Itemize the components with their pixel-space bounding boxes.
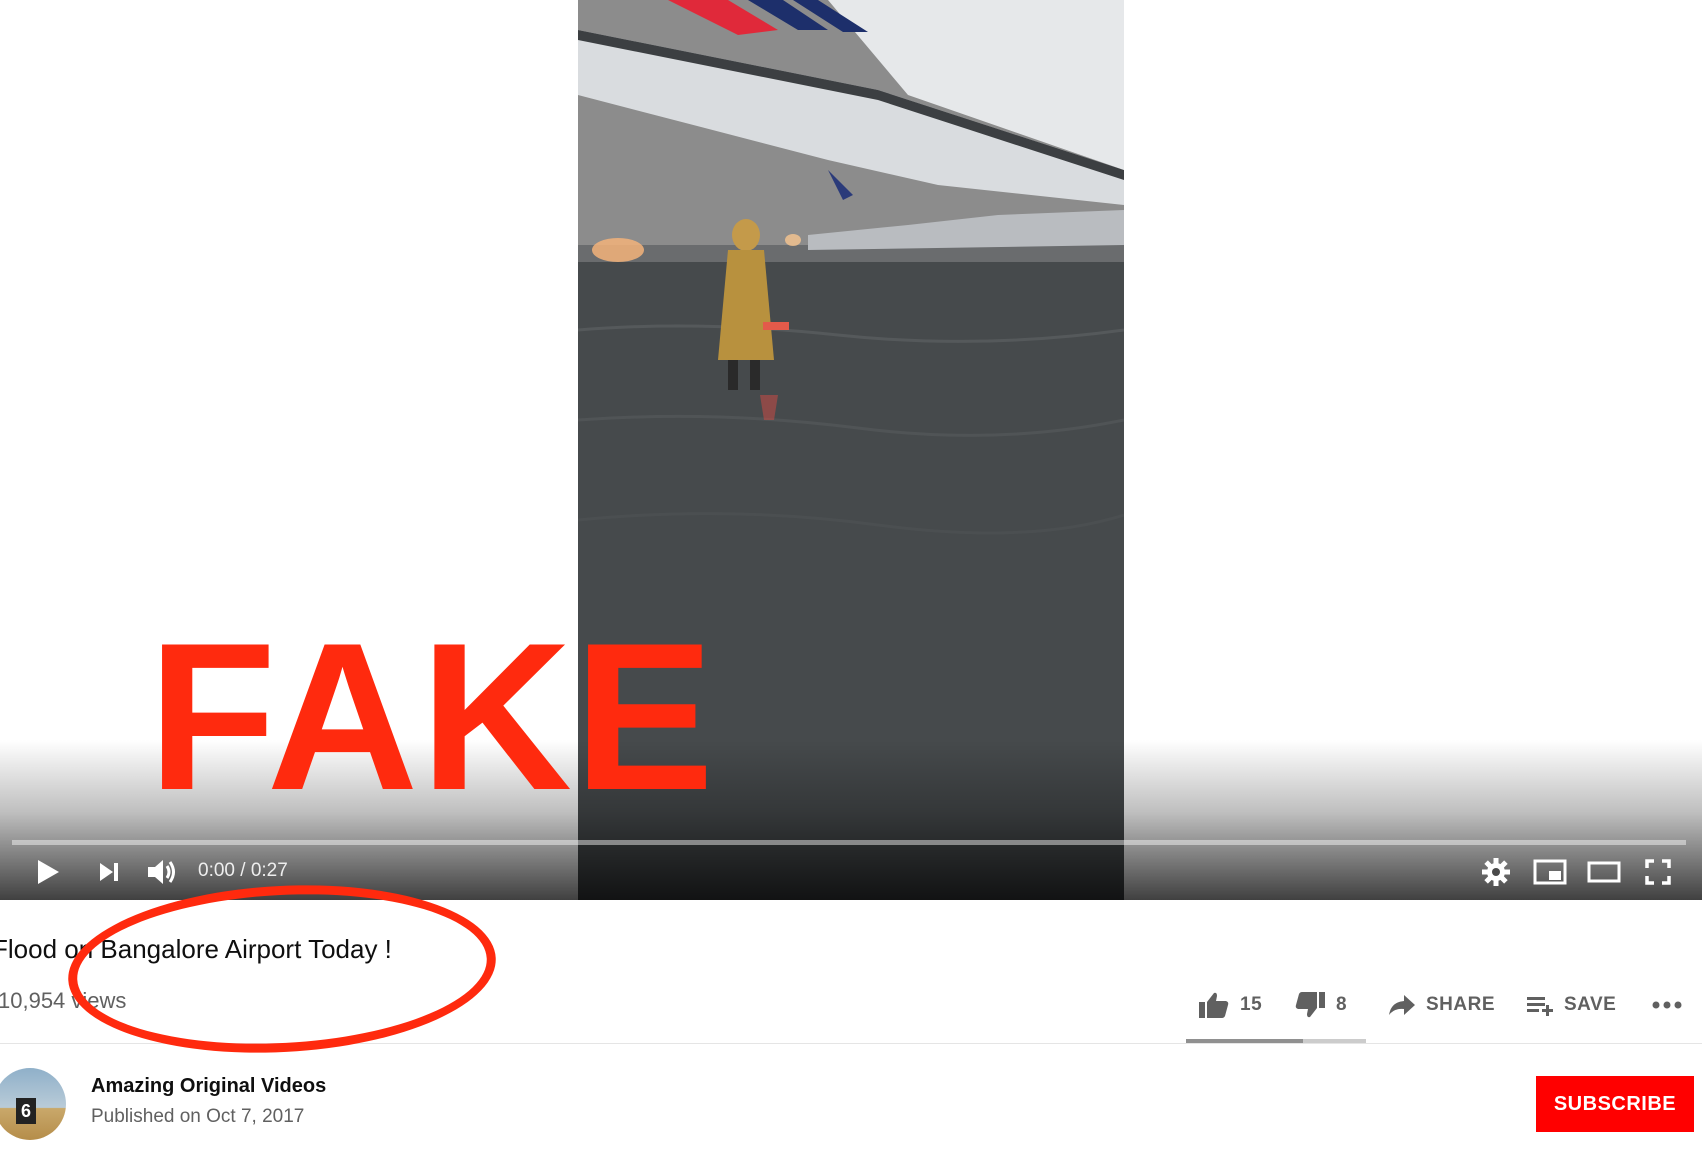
volume-icon: [148, 860, 175, 884]
share-icon: [1389, 995, 1415, 1015]
channel-avatar[interactable]: 6: [0, 1068, 66, 1140]
fullscreen-button[interactable]: [1638, 850, 1678, 894]
like-button[interactable]: 15: [1198, 985, 1262, 1025]
progress-bar[interactable]: [12, 840, 1686, 845]
settings-icon: [1482, 858, 1510, 886]
next-icon: [100, 863, 118, 881]
dislike-count: 8: [1336, 994, 1348, 1015]
fullscreen-icon: [1645, 859, 1671, 885]
dislike-button[interactable]: 8: [1294, 985, 1347, 1025]
share-button[interactable]: SHARE: [1388, 985, 1495, 1025]
channel-name[interactable]: Amazing Original Videos: [91, 1075, 326, 1098]
avatar-badge: 6: [16, 1098, 36, 1124]
subscribe-button[interactable]: SUBSCRIBE: [1536, 1076, 1694, 1132]
player-controls: 0:00 / 0:27: [0, 850, 1702, 900]
time-display: 0:00 / 0:27: [198, 860, 288, 881]
more-actions-button[interactable]: [1652, 985, 1682, 1025]
view-count: 10,954 views: [0, 988, 127, 1013]
save-label: SAVE: [1564, 994, 1617, 1015]
save-playlist-icon: [1527, 997, 1553, 1016]
thumbs-up-icon: [1199, 992, 1229, 1018]
theater-icon: [1587, 861, 1621, 883]
thumbs-down-icon: [1295, 992, 1325, 1018]
publish-date: Published on Oct 7, 2017: [91, 1106, 305, 1127]
settings-button[interactable]: [1476, 850, 1516, 894]
video-player[interactable]: FAKE 0:00 / 0:27: [0, 0, 1702, 900]
play-icon: [38, 860, 59, 884]
video-title: Flood on Bangalore Airport Today !: [0, 934, 392, 964]
more-icon: [1652, 1001, 1682, 1009]
miniplayer-icon: [1533, 859, 1567, 885]
miniplayer-button[interactable]: [1530, 850, 1570, 894]
theater-button[interactable]: [1584, 850, 1624, 894]
next-button[interactable]: [90, 850, 128, 894]
divider: [0, 1043, 1702, 1044]
fake-stamp: FAKE: [148, 599, 717, 834]
annotation-ring: [63, 874, 501, 1064]
volume-button[interactable]: [142, 850, 182, 894]
share-label: SHARE: [1426, 994, 1496, 1015]
save-button[interactable]: SAVE: [1526, 985, 1616, 1025]
like-count: 15: [1240, 994, 1263, 1015]
play-button[interactable]: [28, 850, 68, 894]
